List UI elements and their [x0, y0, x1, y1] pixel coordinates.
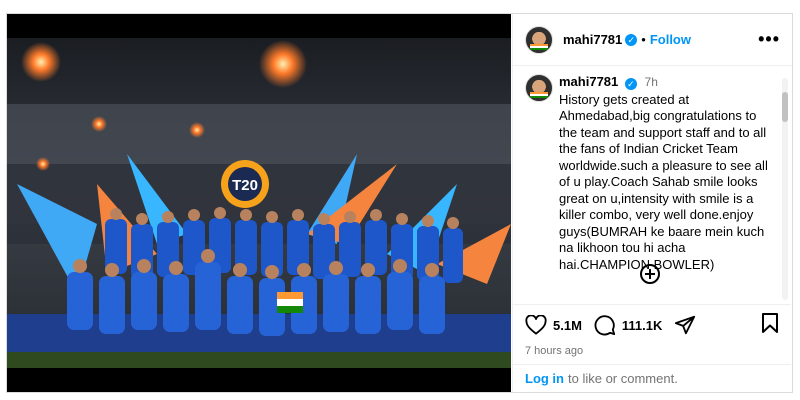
- login-link[interactable]: Log in: [525, 371, 564, 386]
- login-prompt: Log in to like or comment.: [513, 364, 791, 392]
- post-header: mahi7781 ✓ • Follow •••: [513, 14, 792, 66]
- caption-username[interactable]: mahi7781: [559, 74, 618, 89]
- bookmark-icon: [762, 312, 778, 333]
- caption-body: mahi7781 ✓ 7h History gets created at Ah…: [559, 74, 777, 273]
- posted-ago[interactable]: 7 hours ago: [525, 345, 779, 357]
- caption-scrollbar-thumb[interactable]: [782, 92, 788, 122]
- login-suffix: to like or comment.: [568, 371, 678, 386]
- caption-text: History gets created at Ahmedabad,big co…: [559, 91, 768, 272]
- like-button[interactable]: 5.1M: [525, 315, 582, 335]
- comment-button[interactable]: 111.1K: [594, 314, 663, 336]
- paper-plane-icon: [675, 315, 696, 335]
- comment-bubble-icon: [594, 315, 615, 336]
- caption-scrollbar[interactable]: [782, 78, 788, 300]
- like-count: 5.1M: [553, 317, 582, 333]
- verified-badge-icon: ✓: [625, 33, 638, 46]
- caption-avatar[interactable]: [525, 74, 553, 102]
- caption-row: mahi7781 ✓ 7h History gets created at Ah…: [525, 74, 777, 273]
- team-celebration-photo: T20: [7, 14, 511, 392]
- share-button[interactable]: [674, 314, 696, 336]
- save-button[interactable]: [761, 312, 779, 339]
- post-card: T20 mahi7781 ✓ • Follow ••• mahi7781 ✓ 7…: [6, 13, 793, 393]
- caption-time[interactable]: 7h: [645, 75, 658, 89]
- follow-button[interactable]: Follow: [650, 32, 691, 47]
- post-sidebar: mahi7781 ✓ • Follow ••• mahi7781 ✓ 7h Hi…: [512, 14, 792, 392]
- comment-count: 111.1K: [621, 317, 663, 333]
- avatar[interactable]: [525, 25, 553, 54]
- verified-badge-icon: ✓: [624, 78, 637, 90]
- post-image[interactable]: T20: [7, 14, 511, 392]
- heart-icon: [525, 315, 547, 335]
- action-bar: 5.1M 111.1K 7 hours ago: [513, 304, 791, 357]
- separator-dot: •: [641, 32, 646, 47]
- more-options-icon[interactable]: •••: [758, 29, 780, 50]
- action-row: 5.1M 111.1K: [525, 309, 779, 341]
- plus-circle-icon[interactable]: [640, 264, 660, 284]
- t20-logo-text: T20: [232, 177, 258, 194]
- header-username[interactable]: mahi7781: [563, 32, 622, 47]
